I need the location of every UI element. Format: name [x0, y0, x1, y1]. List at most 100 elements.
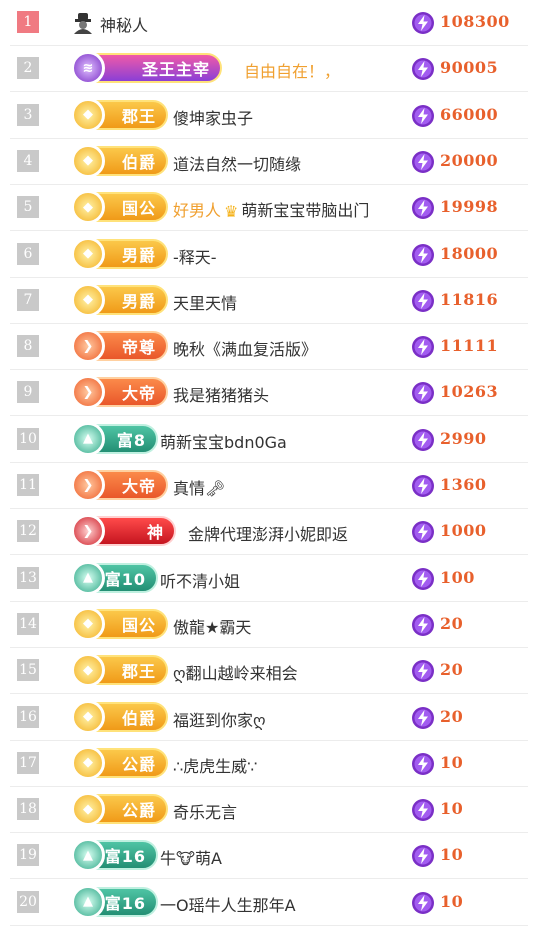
rank-number: 1 [17, 11, 39, 33]
leaderboard-row[interactable]: 20 ▲ 富16 一O瑶牛人生那年A 10 [0, 880, 534, 926]
lightning-icon [412, 891, 434, 914]
rank-number: 17 [17, 751, 39, 774]
leaderboard-row[interactable]: 13 ▲ 富10 听不清小姐 100 [0, 556, 534, 602]
lightning-icon [412, 613, 434, 636]
user-name-text: ∴虎虎生威∵ [173, 756, 258, 776]
user-name[interactable]: 奇乐无言 [173, 799, 237, 823]
user-name[interactable]: 道法自然一切随缘 [173, 151, 301, 175]
level-badge: ▲ 富8 [71, 421, 158, 456]
score-value: 11111 [440, 336, 499, 356]
user-name[interactable]: 好男人 ♛ 萌新宝宝带脑出门 [173, 197, 369, 221]
user-name-text: 自由自在！， [244, 62, 341, 82]
leaderboard-row[interactable]: 14 ◆ 国公 傲龍★霸天 20 [0, 602, 534, 648]
user-name[interactable]: 天里天情 [173, 290, 237, 314]
badge-label: 男爵 [121, 291, 156, 311]
badge-emblem-icon: ◆ [71, 282, 105, 317]
lightning-icon [412, 243, 434, 266]
badge-label: 伯爵 [121, 152, 156, 172]
leaderboard-row[interactable]: 7 ◆ 男爵 天里天情 11816 [0, 278, 534, 324]
leaderboard-row[interactable]: 6 ◆ 男爵 -释天- 18000 [0, 232, 534, 278]
badge-emblem-icon: ▲ [71, 421, 105, 456]
rank-number: 5 [17, 196, 39, 219]
leaderboard-row[interactable]: 11 ❯ 大帝 真情🗝 1360 [0, 463, 534, 509]
badge-label: 富16 [104, 893, 146, 913]
badge-emblem-icon: ◆ [71, 653, 105, 688]
badge-label: 帝尊 [121, 338, 156, 358]
user-name[interactable]: 晚秋《满血复活版》 [173, 336, 317, 360]
user-name[interactable]: 金牌代理澎湃小妮即返 [188, 521, 348, 545]
level-badge: ◆ 男爵 [71, 236, 168, 271]
user-name-text: 牛🐮萌A [160, 849, 222, 869]
badge-label: 男爵 [121, 245, 156, 265]
leaderboard-row[interactable]: 12 ❯ 神金牌代理澎湃小妮即返 1000 [0, 509, 534, 556]
leaderboard-row[interactable]: 5 ◆ 国公 好男人 ♛ 萌新宝宝带脑出门 19998 [0, 185, 534, 232]
level-badge: ◆ 公爵 [71, 745, 168, 780]
leaderboard-row[interactable]: 1 神秘人 108300 [0, 0, 534, 46]
lightning-icon [412, 12, 434, 34]
user-name[interactable]: 福逛到你家ღ [173, 707, 266, 731]
leaderboard-row[interactable]: 15 ◆ 郡王 ღ翻山越岭来相会 20 [0, 648, 534, 695]
rank-number: 10 [17, 427, 39, 450]
user-name-text: 晚秋《满血复活版》 [173, 340, 318, 360]
leaderboard-row[interactable]: 3 ◆ 郡王 傻坤家虫子 66000 [0, 93, 534, 139]
user-name[interactable]: 自由自在！， [244, 58, 340, 82]
name-prefix: 好男人 [173, 201, 222, 221]
user-name-text: 道法自然一切随缘 [173, 154, 302, 174]
user-name[interactable]: 傲龍★霸天 [173, 614, 251, 638]
user-name-text: 傲龍★霸天 [173, 617, 252, 637]
leaderboard-row[interactable]: 16 ◆ 伯爵 福逛到你家ღ 20 [0, 695, 534, 741]
score-value: 20 [440, 613, 464, 633]
score-value: 11816 [440, 289, 499, 309]
user-name-text: 奇乐无言 [173, 803, 238, 823]
leaderboard-row[interactable]: 2 ≋ 圣王主宰 自由自在！， 90005 [0, 46, 534, 93]
level-badge: ❯ 大帝 [71, 375, 168, 410]
leaderboard-row[interactable]: 10 ▲ 富8 萌新宝宝bdn0Ga 2990 [0, 417, 534, 463]
score-value: 20000 [440, 150, 499, 170]
leaderboard-row[interactable]: 4 ◆ 伯爵 道法自然一切随缘 20000 [0, 139, 534, 185]
score-value: 100 [440, 567, 475, 587]
leaderboard-row[interactable]: 9 ❯ 大帝 我是猪猪猪头 10263 [0, 370, 534, 417]
lightning-icon [412, 706, 434, 729]
rank-number: 15 [17, 659, 39, 682]
user-name[interactable]: -释天- [173, 244, 217, 268]
user-name[interactable]: ღ翻山越岭来相会 [173, 660, 298, 684]
score-value: 18000 [440, 243, 499, 263]
lightning-icon [412, 752, 434, 775]
score-value: 10263 [440, 382, 499, 402]
badge-label: 郡王 [121, 662, 156, 682]
level-badge: ◆ 伯爵 [71, 143, 168, 178]
level-badge: ◆ 国公 [71, 190, 168, 225]
leaderboard-row[interactable]: 18 ◆ 公爵 奇乐无言 10 [0, 787, 534, 834]
lightning-icon [412, 660, 434, 683]
rank-number: 8 [17, 335, 39, 358]
user-name[interactable]: 听不清小姐 [160, 568, 240, 592]
lightning-icon [412, 289, 434, 312]
user-name[interactable]: ∴虎虎生威∵ [173, 753, 257, 777]
lightning-icon [412, 475, 434, 497]
score-value: 19998 [440, 197, 499, 217]
user-name[interactable]: 牛🐮萌A [160, 845, 222, 869]
score-value: 66000 [440, 104, 499, 124]
badge-label: 伯爵 [121, 708, 156, 728]
leaderboard-row[interactable]: 17 ◆ 公爵 ∴虎虎生威∵ 10 [0, 741, 534, 787]
level-badge: ❯ 神 [71, 514, 176, 549]
lightning-icon [412, 58, 434, 81]
leaderboard-row[interactable]: 19 ▲ 富16 牛🐮萌A 10 [0, 833, 534, 880]
score-value: 90005 [440, 58, 499, 78]
lightning-icon [412, 521, 434, 544]
user-name[interactable]: 我是猪猪猪头 [173, 382, 269, 406]
level-badge: ◆ 郡王 [71, 97, 168, 132]
user-name[interactable]: 一O瑶牛人生那年A [160, 892, 296, 916]
lightning-icon [412, 428, 434, 451]
badge-emblem-icon: ▲ [71, 560, 105, 595]
user-name[interactable]: 萌新宝宝bdn0Ga [160, 429, 287, 453]
user-name[interactable]: 神秘人 [100, 12, 148, 36]
user-name-text: -释天- [173, 247, 217, 267]
user-name-text: 金牌代理澎湃小妮即返 [188, 525, 349, 545]
score-value: 1000 [440, 521, 487, 541]
user-name[interactable]: 真情🗝 [173, 475, 225, 499]
user-name-text: 我是猪猪猪头 [173, 386, 270, 406]
badge-emblem-icon: ❯ [71, 329, 105, 364]
user-name[interactable]: 傻坤家虫子 [173, 105, 253, 129]
leaderboard-row[interactable]: 8 ❯ 帝尊 晚秋《满血复活版》 11111 [0, 324, 534, 371]
